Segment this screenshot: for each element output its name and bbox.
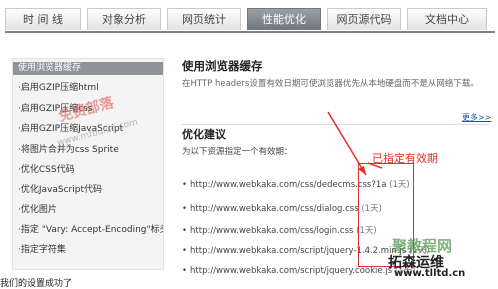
more-link[interactable]: 更多>> (462, 112, 491, 123)
sidebar-item-css-sprite[interactable]: ·将图片合并为css Sprite (13, 143, 163, 157)
tab-docs[interactable]: 文档中心 (407, 8, 487, 30)
sidebar-item-vary-header[interactable]: ·指定 "Vary: Accept-Encoding"标头 (13, 223, 163, 237)
resource-url[interactable]: http://www.webkaka.com/css/dedecms.css?1… (190, 180, 386, 190)
tab-bar: 时 间 线 对象分析 网页统计 性能优化 网页源代码 文档中心 (5, 6, 495, 32)
resource-url[interactable]: http://www.webkaka.com/script/jquery.coo… (190, 266, 392, 276)
section-title: 使用浏览器缓存 (182, 59, 263, 73)
suggestion-subtitle: 为以下资源指定一个有效期： (182, 147, 293, 157)
section-description: 在HTTP headers设置有效日期可使浏览器优先从本地硬盘而不是从网络下载。 (182, 79, 479, 89)
sidebar: 使用浏览器缓存 ·启用GZIP压缩html ·启用GZIP压缩css ·启用GZ… (12, 58, 164, 270)
suggestion-title: 优化建议 (182, 128, 226, 141)
tab-page-source[interactable]: 网页源代码 (327, 8, 401, 30)
sidebar-item-gzip-html[interactable]: ·启用GZIP压缩html (13, 81, 163, 95)
sidebar-item-browser-cache[interactable]: 使用浏览器缓存 (13, 62, 163, 75)
resource-item: • http://www.webkaka.com/css/login.css (1… (182, 226, 377, 236)
section-divider (182, 124, 490, 125)
tab-underline (5, 31, 495, 33)
sidebar-item-charset[interactable]: ·指定字符集 (13, 243, 163, 257)
tab-timeline[interactable]: 时 间 线 (5, 8, 81, 30)
sidebar-item-optimize-css[interactable]: ·优化CSS代码 (13, 163, 163, 177)
tab-object-analysis[interactable]: 对象分析 (87, 8, 161, 30)
watermark-url: www.tlltd.cn (394, 268, 466, 279)
resource-url[interactable]: http://www.webkaka.com/css/login.css (190, 226, 353, 236)
sidebar-item-optimize-js[interactable]: ·优化JavaScript代码 (13, 183, 163, 197)
tab-performance[interactable]: 性能优化 (247, 8, 321, 30)
tab-page-stats[interactable]: 网页统计 (167, 8, 241, 30)
resource-item: • http://www.webkaka.com/css/dialog.css (… (182, 204, 382, 214)
resource-url[interactable]: http://www.webkaka.com/css/dialog.css (190, 204, 359, 214)
sidebar-item-optimize-images[interactable]: ·优化图片 (13, 203, 163, 217)
footer-caption: 我们的设置成功了 (0, 279, 73, 289)
